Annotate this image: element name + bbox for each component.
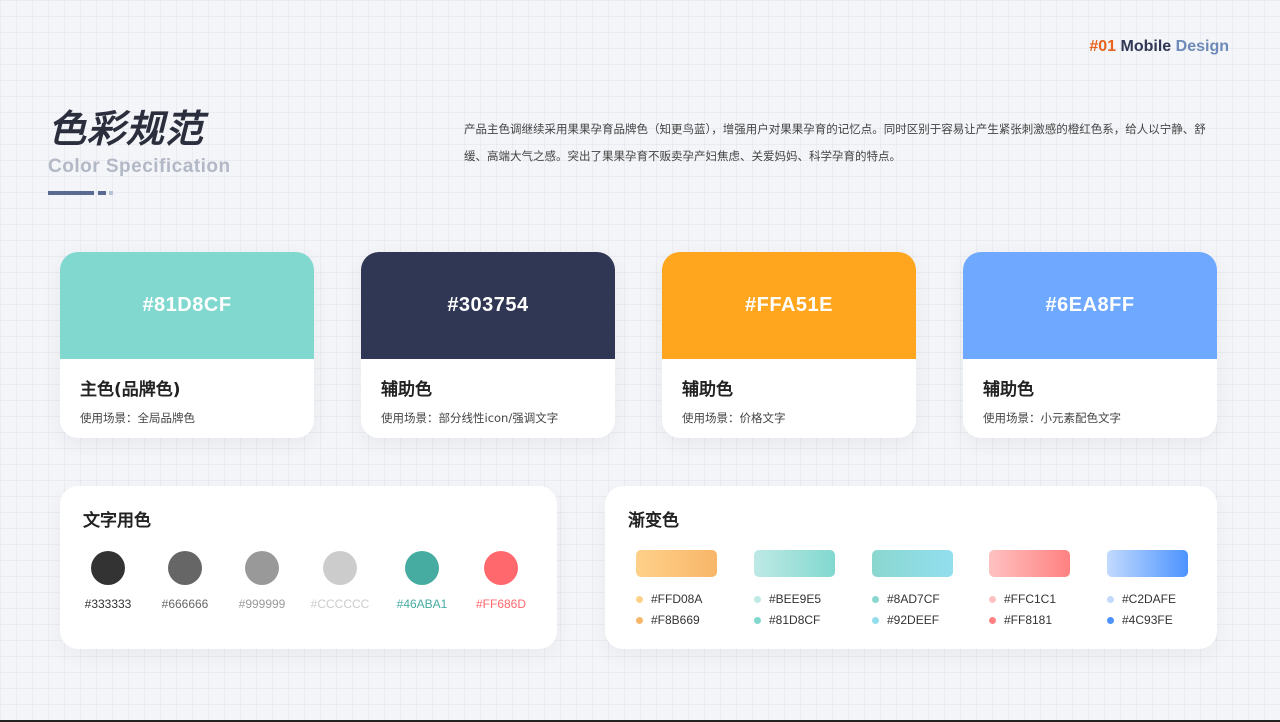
gradient-stop-from: #8AD7CF xyxy=(872,592,940,606)
color-dot-icon xyxy=(754,616,761,624)
gradient-stop-from: #FFC1C1 xyxy=(989,592,1056,606)
gradient-stop-to: #92DEEF xyxy=(872,613,939,627)
color-card-secondary-1: #303754 辅助色 使用场景：部分线性icon/强调文字 xyxy=(361,252,615,438)
color-dot-icon xyxy=(636,616,643,624)
color-card-name: 辅助色 xyxy=(381,380,432,400)
color-swatch: #6EA8FF xyxy=(963,252,1217,359)
gradient-stop-from: #BEE9E5 xyxy=(754,592,821,606)
text-color-dot xyxy=(405,551,439,585)
color-swatch: #81D8CF xyxy=(60,252,314,359)
gradient-colors-title: 渐变色 xyxy=(628,511,679,531)
color-dot-icon xyxy=(989,595,996,603)
color-dot-icon xyxy=(1107,595,1114,603)
section-design-word: Design xyxy=(1175,38,1229,55)
gradient-swatch xyxy=(1107,550,1188,577)
color-dot-icon xyxy=(754,595,761,603)
color-swatch: #FFA51E xyxy=(662,252,916,359)
gradient-stop-to: #FF8181 xyxy=(989,613,1052,627)
text-color-label: #46ABA1 xyxy=(396,597,448,611)
text-color-dot xyxy=(323,551,357,585)
color-card-usage: 使用场景：价格文字 xyxy=(682,411,786,425)
intro-paragraph: 产品主色调继续采用果果孕育品牌色（知更鸟蓝），增强用户对果果孕育的记忆点。同时区… xyxy=(464,122,1206,163)
text-colors-title: 文字用色 xyxy=(83,511,151,531)
section-mobile-word: Mobile xyxy=(1120,38,1172,55)
color-card-usage: 使用场景：部分线性icon/强调文字 xyxy=(381,411,559,425)
page-title: 色彩规范 xyxy=(48,107,205,151)
color-card-secondary-3: #6EA8FF 辅助色 使用场景：小元素配色文字 xyxy=(963,252,1217,438)
text-color-dot xyxy=(484,551,518,585)
color-card-name: 主色(品牌色) xyxy=(80,380,181,400)
color-card-name: 辅助色 xyxy=(983,380,1034,400)
gradient-swatch xyxy=(989,550,1070,577)
section-tag: #01 Mobile Design xyxy=(1089,38,1229,56)
color-card-primary: #81D8CF 主色(品牌色) 使用场景：全局品牌色 xyxy=(60,252,314,438)
gradient-stop-to: #81D8CF xyxy=(754,613,820,627)
color-card-usage: 使用场景：小元素配色文字 xyxy=(983,411,1121,425)
text-color-dot xyxy=(91,551,125,585)
text-color-dot xyxy=(168,551,202,585)
text-colors-panel: 文字用色 #333333 #666666 #999999 #CCCCCC #46… xyxy=(60,486,557,649)
color-card-secondary-2: #FFA51E 辅助色 使用场景：价格文字 xyxy=(662,252,916,438)
color-dot-icon xyxy=(872,616,879,624)
gradient-swatch xyxy=(636,550,717,577)
gradient-stop-from: #FFD08A xyxy=(636,592,702,606)
color-card-usage: 使用场景：全局品牌色 xyxy=(80,411,195,425)
color-dot-icon xyxy=(1107,616,1114,624)
color-dot-icon xyxy=(636,595,643,603)
gradient-stop-to: #F8B669 xyxy=(636,613,700,627)
section-number: #01 xyxy=(1089,38,1117,55)
gradient-swatch xyxy=(754,550,835,577)
text-color-label: #FF686D xyxy=(475,597,527,611)
color-dot-icon xyxy=(989,616,996,624)
page-subtitle: Color Specification xyxy=(48,156,231,177)
gradient-stop-from: #C2DAFE xyxy=(1107,592,1176,606)
color-swatch: #303754 xyxy=(361,252,615,359)
text-color-dot xyxy=(245,551,279,585)
color-card-name: 辅助色 xyxy=(682,380,733,400)
gradient-stop-to: #4C93FE xyxy=(1107,613,1173,627)
text-color-label: #999999 xyxy=(238,597,286,611)
color-dot-icon xyxy=(872,595,879,603)
gradient-swatch xyxy=(872,550,953,577)
gradient-colors-panel: 渐变色 #FFD08A #F8B669 #BEE9E5 #81D8CF #8AD… xyxy=(605,486,1217,649)
text-color-label: #CCCCCC xyxy=(310,597,370,611)
